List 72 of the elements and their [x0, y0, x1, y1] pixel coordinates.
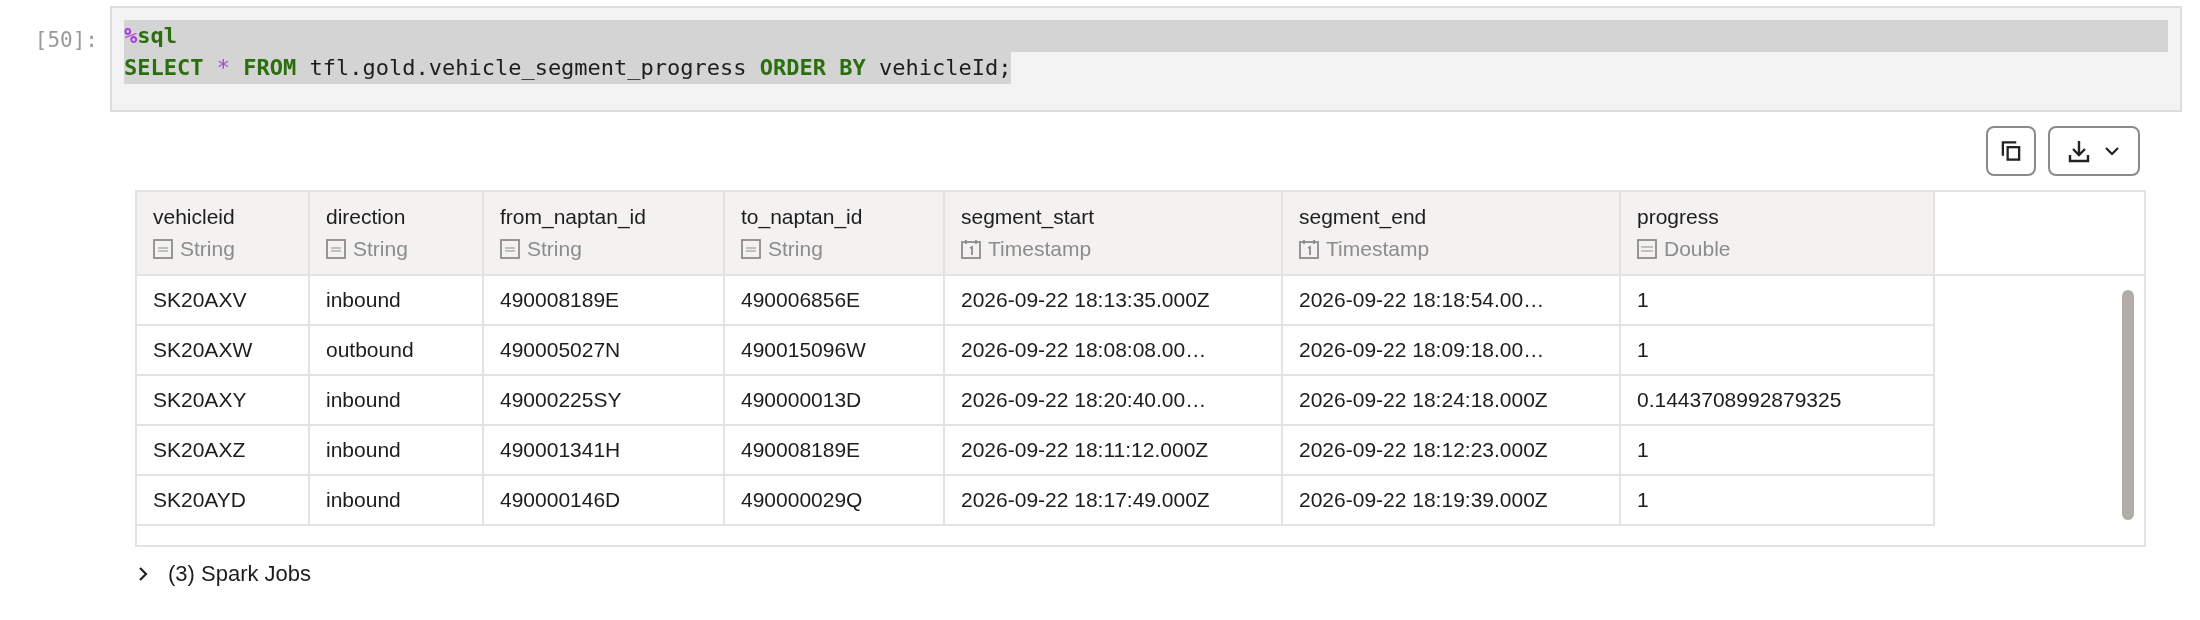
- column-type: String: [353, 236, 408, 262]
- table-cell: 490008189E: [500, 288, 620, 312]
- table-cell: 2026-09-22 18:20:40.00…: [961, 388, 1207, 412]
- column-header[interactable]: direction String: [310, 192, 484, 276]
- text-type-icon: [153, 239, 173, 259]
- scrollbar-thumb[interactable]: [2122, 290, 2134, 520]
- number-type-icon: [1637, 239, 1657, 259]
- column-name: segment_end: [1299, 204, 1427, 231]
- table-cell: 490000146D: [500, 488, 621, 512]
- column-header[interactable]: from_naptan_id String: [484, 192, 725, 276]
- spark-jobs-toggle[interactable]: (3) Spark Jobs: [168, 561, 312, 587]
- table-cell: inbound: [326, 288, 401, 312]
- download-icon: [2068, 139, 2090, 163]
- table-cell: 490000029Q: [741, 488, 863, 512]
- column-name: progress: [1637, 204, 1719, 230]
- column-name: vehicleid: [153, 204, 235, 230]
- column-name: from_naptan_id: [500, 204, 646, 231]
- column-type: String: [768, 236, 823, 262]
- column-name: segment_start: [961, 204, 1095, 231]
- table-cell: 2026-09-22 18:12:23.000Z: [1299, 438, 1548, 462]
- table-cell: 490015096W: [741, 338, 866, 362]
- table-cell: 1: [1637, 438, 1649, 462]
- download-button[interactable]: [2048, 126, 2140, 176]
- column-header[interactable]: vehicleid String: [137, 192, 310, 276]
- table-cell: SK20AXY: [153, 388, 247, 412]
- text-type-icon: [500, 239, 520, 259]
- table-cell: 2026-09-22 18:17:49.000Z: [961, 488, 1210, 512]
- table-cell: 2026-09-22 18:09:18.00…: [1299, 338, 1545, 362]
- table-cell: 490005027N: [500, 338, 621, 362]
- table-cell: 2026-09-22 18:19:39.000Z: [1299, 488, 1548, 512]
- table-cell: 2026-09-22 18:13:35.000Z: [961, 288, 1210, 312]
- table-cell: 490001341H: [500, 438, 621, 462]
- calendar-icon: [1299, 239, 1319, 259]
- table-cell: 1: [1637, 488, 1649, 512]
- table-cell: 490006856E: [741, 288, 861, 312]
- table-cell: 490008189E: [741, 438, 861, 462]
- table-cell: SK20AXZ: [153, 438, 246, 462]
- table-cell: SK20AXV: [153, 288, 247, 312]
- table-cell: 2026-09-22 18:08:08.00…: [961, 338, 1207, 362]
- column-header[interactable]: segment_end Timestamp: [1283, 192, 1621, 276]
- table-cell: SK20AYD: [153, 488, 246, 512]
- table-cell: inbound: [326, 488, 401, 512]
- code-editor[interactable]: %sql SELECT * FROM tfl.gold.vehicle_segment_progress ORDER BY vehicleId;: [110, 6, 2182, 112]
- table-cell: 490000013D: [741, 388, 862, 412]
- table-cell: outbound: [326, 338, 414, 362]
- column-header[interactable]: to_naptan_id String: [725, 192, 945, 276]
- column-header[interactable]: segment_start Timestamp: [945, 192, 1283, 276]
- table-cell: 1: [1637, 338, 1649, 362]
- column-type: Double: [1664, 236, 1731, 262]
- column-name: direction: [326, 204, 406, 230]
- table-cell: SK20AXW: [153, 338, 253, 362]
- calendar-icon: [961, 239, 981, 259]
- text-type-icon: [741, 239, 761, 259]
- copy-button[interactable]: [1986, 126, 2036, 176]
- text-type-icon: [326, 239, 346, 259]
- column-type: String: [180, 236, 235, 262]
- column-name: to_naptan_id: [741, 204, 863, 231]
- execution-count: [50]:: [34, 28, 98, 52]
- table-cell: 2026-09-22 18:24:18.000Z: [1299, 388, 1548, 412]
- table-cell: 2026-09-22 18:11:12.000Z: [961, 438, 1209, 462]
- table-cell: 2026-09-22 18:18:54.00…: [1299, 288, 1545, 312]
- table-cell: inbound: [326, 438, 401, 462]
- column-type: String: [527, 236, 582, 262]
- table-cell: 1: [1637, 288, 1649, 312]
- table-cell: 0.1443708992879325: [1637, 388, 1842, 412]
- column-header[interactable]: progress Double: [1621, 192, 1935, 276]
- column-type: Timestamp: [1326, 236, 1430, 262]
- table-cell: inbound: [326, 388, 401, 412]
- table-cell: 49000225SY: [500, 388, 622, 412]
- column-type: Timestamp: [988, 236, 1092, 262]
- copy-icon: [2000, 139, 2022, 163]
- caret-icon: [2104, 146, 2120, 156]
